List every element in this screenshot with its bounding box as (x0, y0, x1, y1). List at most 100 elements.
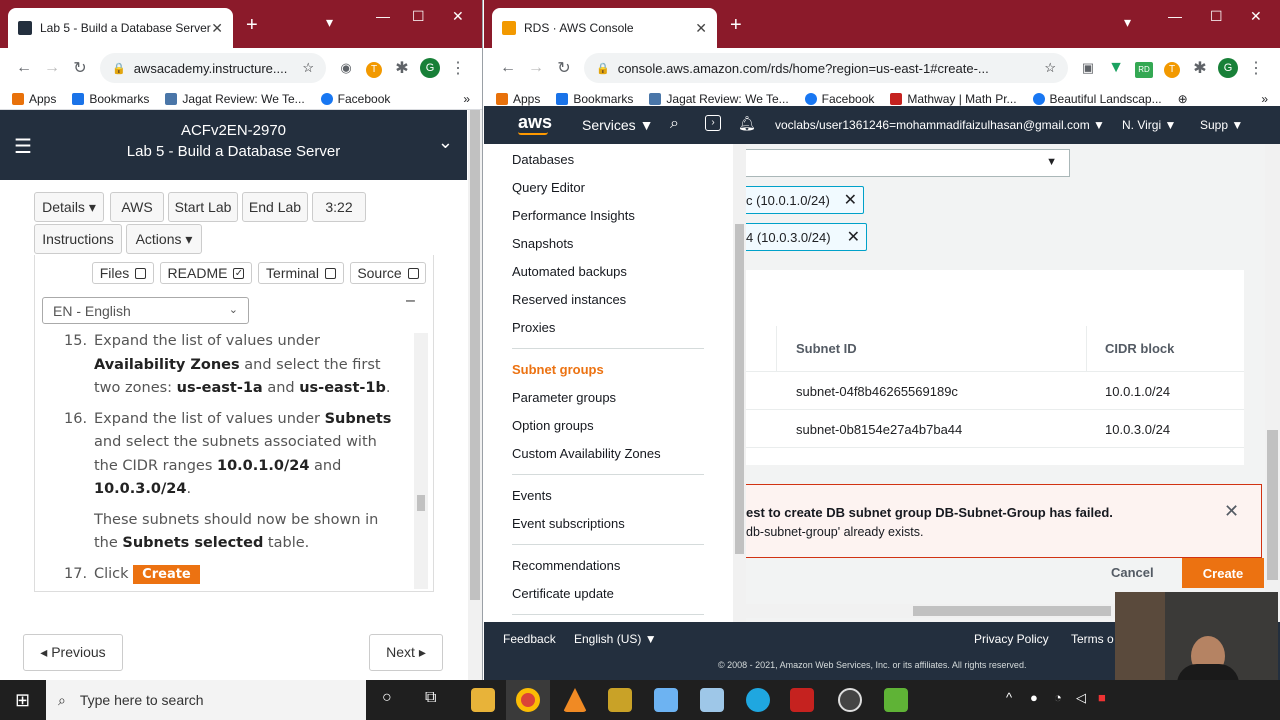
bell-icon[interactable]: 🔔︎ (738, 115, 756, 132)
star-icon[interactable]: ☆ (1036, 60, 1056, 76)
url-field[interactable]: 🔒 awsacademy.instructure.... ☆ (100, 53, 326, 83)
globe-icon[interactable]: ⊕ (1178, 92, 1188, 106)
language-selector[interactable]: English (US) ▼ (574, 632, 657, 646)
tab-lab5[interactable]: Lab 5 - Build a Database Server ✕ (8, 8, 233, 48)
maximize-icon[interactable]: ☐ (1210, 8, 1223, 25)
details-button[interactable]: Details ▾ (34, 192, 104, 222)
app-icon[interactable] (654, 688, 678, 712)
url-field[interactable]: 🔒 console.aws.amazon.com/rds/home?region… (584, 53, 1068, 83)
close-icon[interactable]: ✕ (1224, 501, 1239, 522)
edge-icon[interactable] (746, 688, 770, 712)
sidebar-item-automated-backups[interactable]: Automated backups (512, 264, 627, 279)
maximize-icon[interactable]: ☐ (412, 8, 425, 25)
tab-search-icon[interactable]: ▾ (1124, 14, 1131, 31)
more-bookmarks-icon[interactable]: » (463, 92, 470, 106)
profile-avatar[interactable]: G (416, 58, 444, 78)
instructions-button[interactable]: Instructions (34, 224, 122, 254)
sidebar-item-certificate-update[interactable]: Certificate update (512, 586, 614, 601)
mic-icon[interactable]: ● (1030, 690, 1038, 705)
chrome-taskbar-active[interactable] (506, 680, 550, 720)
bookmark-apps[interactable]: Apps (496, 92, 540, 106)
col-cidr-block[interactable]: CIDR block (1105, 341, 1174, 356)
minimize-icon[interactable]: — (376, 8, 390, 24)
minimize-icon[interactable]: — (1168, 8, 1182, 24)
extensions-icon[interactable]: ✱ (1186, 58, 1214, 78)
star-icon[interactable]: ☆ (302, 60, 314, 76)
cancel-button[interactable]: Cancel (1111, 565, 1154, 580)
extension-camera-icon[interactable]: ◉ (332, 60, 360, 76)
taskbar-search-box[interactable]: ⌕ Type here to search (46, 680, 366, 720)
extension-filter-icon[interactable]: ▼ (1102, 59, 1130, 77)
bookmark-jagat[interactable]: Jagat Review: We Te... (165, 92, 305, 106)
create-button[interactable]: Create (1182, 558, 1264, 588)
account-menu[interactable]: voclabs/user1361246=mohammadifaizulhasan… (775, 118, 1105, 132)
sidebar-item-subnet-groups[interactable]: Subnet groups (512, 362, 604, 377)
windows-start-icon[interactable]: ⊞ (15, 690, 30, 711)
bookmark-facebook[interactable]: Facebook (320, 92, 390, 106)
files-toggle[interactable]: Files (92, 262, 154, 284)
new-tab-icon[interactable]: + (246, 14, 258, 37)
sidebar-item-proxies[interactable]: Proxies (512, 320, 555, 335)
more-bookmarks-icon[interactable]: » (1261, 92, 1268, 106)
hamburger-icon[interactable]: ☰ (14, 134, 32, 159)
menu-icon[interactable]: ⋮ (444, 58, 472, 78)
sidebar-item-performance-insights[interactable]: Performance Insights (512, 208, 635, 223)
collapse-button[interactable]: – (406, 292, 415, 310)
obs-icon[interactable] (838, 688, 862, 712)
forward-icon[interactable]: → (38, 59, 66, 77)
extension-rd-icon[interactable]: RD (1130, 59, 1158, 78)
actions-button[interactable]: Actions ▾ (126, 224, 202, 254)
next-button[interactable]: Next ▸ (369, 634, 443, 671)
sidebar-item-event-subscriptions[interactable]: Event subscriptions (512, 516, 625, 531)
tab-rds[interactable]: RDS · AWS Console ✕ (492, 8, 717, 48)
bookmark-apps[interactable]: Apps (12, 92, 56, 106)
region-menu[interactable]: N. Virgi ▼ (1122, 118, 1176, 132)
menu-icon[interactable]: ⋮ (1242, 58, 1270, 78)
support-menu[interactable]: Supp ▼ (1200, 118, 1243, 132)
remove-token-icon[interactable]: ✕ (847, 227, 860, 247)
file-explorer-icon[interactable] (471, 688, 495, 712)
terminal-toggle[interactable]: Terminal (258, 262, 344, 284)
bookmark-landscape[interactable]: Beautiful Landscap... (1032, 92, 1162, 106)
subnet-select[interactable]: ▼ (746, 149, 1070, 177)
volume-icon[interactable]: ◁ (1076, 690, 1086, 706)
sidebar-item-custom-azs[interactable]: Custom Availability Zones (512, 446, 661, 461)
aws-logo[interactable]: aws (518, 112, 552, 133)
readme-toggle[interactable]: README ✓ (160, 262, 252, 284)
voicemeeter-icon[interactable] (790, 688, 814, 712)
aws-button[interactable]: AWS (110, 192, 164, 222)
forward-icon[interactable]: → (522, 59, 550, 77)
remove-token-icon[interactable]: ✕ (844, 190, 857, 210)
app-icon[interactable] (700, 688, 724, 712)
close-tab-icon[interactable]: ✕ (695, 20, 707, 37)
bookmark-facebook[interactable]: Facebook (804, 92, 874, 106)
vlc-icon[interactable] (563, 688, 587, 712)
sidebar-item-reserved-instances[interactable]: Reserved instances (512, 292, 626, 307)
sidebar-item-option-groups[interactable]: Option groups (512, 418, 594, 433)
reload-icon[interactable]: ↻ (550, 58, 578, 78)
task-view-icon[interactable]: ⧉ (425, 689, 436, 707)
sidebar-item-databases[interactable]: Databases (512, 152, 574, 167)
app-tray-icon[interactable]: ■ (1098, 690, 1106, 705)
profile-avatar[interactable]: G (1214, 58, 1242, 78)
app-icon[interactable] (608, 688, 632, 712)
new-tab-icon[interactable]: + (730, 14, 742, 37)
previous-button[interactable]: ◂ Previous (23, 634, 123, 671)
bookmark-bookmarks[interactable]: Bookmarks (72, 92, 149, 106)
app-icon[interactable] (884, 688, 908, 712)
services-menu[interactable]: Services ▼ (582, 117, 653, 133)
extension-t-icon[interactable]: T (360, 59, 388, 78)
bookmark-mathway[interactable]: Mathway | Math Pr... (890, 92, 1017, 106)
reload-icon[interactable]: ↻ (66, 58, 94, 78)
sidebar-item-recommendations[interactable]: Recommendations (512, 558, 620, 573)
terms-link[interactable]: Terms o (1071, 632, 1114, 646)
bookmark-jagat[interactable]: Jagat Review: We Te... (649, 92, 789, 106)
tab-search-icon[interactable]: ▾ (326, 14, 333, 31)
privacy-policy-link[interactable]: Privacy Policy (974, 632, 1049, 646)
extension-mail-icon[interactable]: ▣ (1074, 60, 1102, 76)
tray-chevron-icon[interactable]: ^ (1006, 690, 1012, 705)
network-icon[interactable]: ◔ (1054, 690, 1062, 705)
extension-t-icon[interactable]: T (1158, 59, 1186, 78)
page-scrollbar[interactable] (1265, 144, 1280, 622)
extensions-icon[interactable]: ✱ (388, 58, 416, 78)
